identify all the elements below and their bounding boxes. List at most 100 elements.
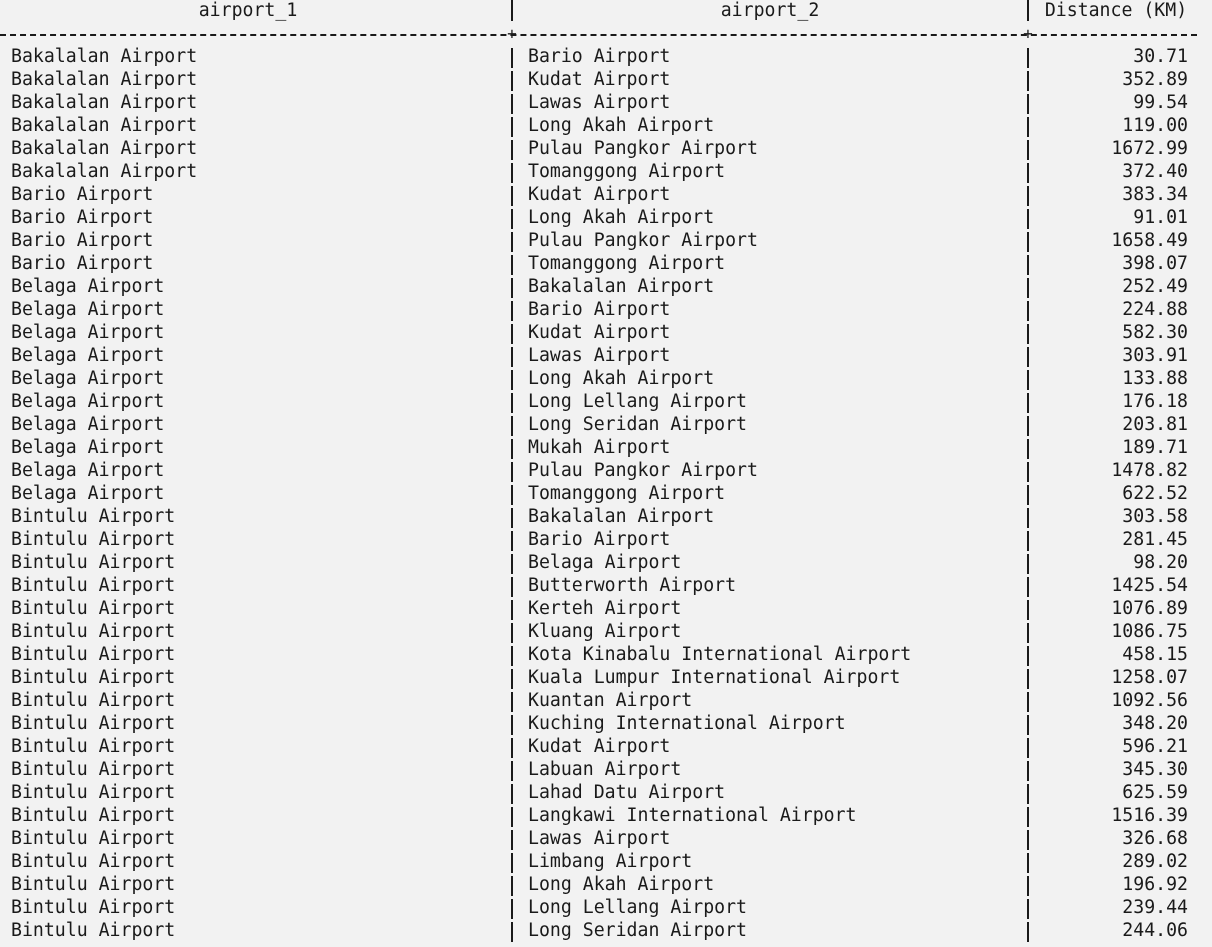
table-row: Bintulu Airport Bario Airport 281.45 — [0, 528, 1212, 551]
column-divider — [511, 807, 513, 827]
cell-airport-2: Long Akah Airport — [528, 207, 715, 228]
cell-airport-1: Belaga Airport — [11, 460, 165, 481]
column-divider — [1027, 0, 1029, 21]
column-divider — [511, 669, 513, 689]
column-divider — [1027, 554, 1029, 574]
cell-airport-2: Langkawi International Airport — [528, 805, 857, 826]
column-divider — [1027, 117, 1029, 137]
cell-airport-2: Limbang Airport — [528, 851, 693, 872]
cell-airport-1: Bintulu Airport — [11, 575, 176, 596]
cell-distance: 1425.54 — [1111, 575, 1188, 596]
cell-distance: 1092.56 — [1111, 690, 1188, 711]
cell-distance: 244.06 — [1122, 920, 1188, 941]
column-divider — [1027, 416, 1029, 436]
cell-airport-1: Bakalalan Airport — [11, 161, 198, 182]
cell-airport-2: Kuala Lumpur International Airport — [528, 667, 901, 688]
cell-distance: 203.81 — [1122, 414, 1188, 435]
table-row: Belaga Airport Kudat Airport 582.30 — [0, 321, 1212, 344]
cell-airport-1: Bintulu Airport — [11, 897, 176, 918]
column-divider — [1027, 853, 1029, 873]
column-divider — [1027, 738, 1029, 758]
table-row: Bintulu Airport Langkawi International Ai… — [0, 804, 1212, 827]
cell-airport-2: Bario Airport — [528, 529, 671, 550]
column-divider — [1027, 876, 1029, 896]
cell-distance: 176.18 — [1122, 391, 1188, 412]
table-row: Belaga Airport Lawas Airport 303.91 — [0, 344, 1212, 367]
column-divider — [511, 71, 513, 91]
column-divider — [1027, 485, 1029, 505]
cell-airport-1: Bintulu Airport — [11, 713, 176, 734]
table-row: Bintulu Airport Kuching International Air… — [0, 712, 1212, 735]
table-row: Bakalalan Airport Bario Airport 30.71 — [0, 45, 1212, 68]
table-row: Belaga Airport Mukah Airport 189.71 — [0, 436, 1212, 459]
column-divider — [511, 232, 513, 252]
table-row: Bakalalan Airport Lawas Airport 99.54 — [0, 91, 1212, 114]
column-header-airport-1: airport_1 — [198, 0, 298, 21]
column-divider — [511, 163, 513, 183]
cell-distance: 189.71 — [1122, 437, 1188, 458]
column-header-distance: Distance (KM) — [1044, 0, 1188, 21]
table-row: Belaga Airport Bakalalan Airport 252.49 — [0, 275, 1212, 298]
cell-airport-1: Bario Airport — [11, 253, 154, 274]
cell-airport-1: Bakalalan Airport — [11, 115, 198, 136]
cell-airport-1: Bintulu Airport — [11, 644, 176, 665]
column-divider — [1027, 140, 1029, 160]
column-divider — [511, 899, 513, 919]
column-divider — [511, 347, 513, 367]
cell-airport-1: Bintulu Airport — [11, 690, 176, 711]
column-divider — [1027, 646, 1029, 666]
column-divider — [511, 324, 513, 344]
cell-airport-1: Bakalalan Airport — [11, 69, 198, 90]
cell-airport-2: Kudat Airport — [528, 69, 671, 90]
table-row: Belaga Airport Bario Airport 224.88 — [0, 298, 1212, 321]
table-row: Bakalalan Airport Kudat Airport 352.89 — [0, 68, 1212, 91]
column-divider — [1027, 830, 1029, 850]
table-row: Bario Airport Kudat Airport 383.34 — [0, 183, 1212, 206]
column-divider — [511, 393, 513, 413]
cell-airport-1: Bintulu Airport — [11, 805, 176, 826]
cell-airport-1: Bintulu Airport — [11, 506, 176, 527]
cell-airport-2: Kerteh Airport — [528, 598, 682, 619]
cell-airport-1: Bintulu Airport — [11, 736, 176, 757]
cell-airport-2: Labuan Airport — [528, 759, 682, 780]
cell-distance: 133.88 — [1122, 368, 1188, 389]
table-row: Bintulu Airport Long Lellang Airport 239.4… — [0, 896, 1212, 919]
table-row: Bintulu Airport Kuantan Airport 1092.56 — [0, 689, 1212, 712]
cell-distance: 596.21 — [1122, 736, 1188, 757]
column-divider — [511, 209, 513, 229]
cell-airport-1: Bario Airport — [11, 207, 154, 228]
cell-airport-1: Belaga Airport — [11, 322, 165, 343]
column-divider — [511, 715, 513, 735]
column-divider — [1027, 531, 1029, 551]
table-row: Belaga Airport Long Seridan Airport 203.81 — [0, 413, 1212, 436]
column-divider — [511, 646, 513, 666]
cell-distance: 1258.07 — [1111, 667, 1188, 688]
cell-airport-2: Pulau Pangkor Airport — [528, 138, 758, 159]
header-separator: + + — [0, 23, 1212, 45]
cell-airport-2: Bakalalan Airport — [528, 276, 715, 297]
cell-airport-2: Tomanggong Airport — [528, 253, 726, 274]
column-divider — [511, 830, 513, 850]
column-divider — [511, 301, 513, 321]
cell-airport-2: Long Akah Airport — [528, 115, 715, 136]
cell-airport-2: Bakalalan Airport — [528, 506, 715, 527]
column-divider — [1027, 255, 1029, 275]
column-divider — [1027, 347, 1029, 367]
cell-distance: 1516.39 — [1111, 805, 1188, 826]
column-divider — [1027, 370, 1029, 390]
cell-airport-2: Long Lellang Airport — [528, 897, 747, 918]
cell-distance: 252.49 — [1122, 276, 1188, 297]
cell-airport-1: Bintulu Airport — [11, 759, 176, 780]
cell-airport-1: Bintulu Airport — [11, 552, 176, 573]
cell-airport-1: Bintulu Airport — [11, 667, 176, 688]
column-divider — [1027, 462, 1029, 482]
cell-distance: 303.58 — [1122, 506, 1188, 527]
table-row: Bintulu Airport Kota Kinabalu Internation… — [0, 643, 1212, 666]
column-divider — [1027, 301, 1029, 321]
column-divider — [1027, 232, 1029, 252]
cell-airport-2: Lahad Datu Airport — [528, 782, 726, 803]
cell-distance: 98.20 — [1133, 552, 1188, 573]
cell-airport-1: Belaga Airport — [11, 391, 165, 412]
cell-distance: 196.92 — [1122, 874, 1188, 895]
cell-airport-2: Bario Airport — [528, 299, 671, 320]
